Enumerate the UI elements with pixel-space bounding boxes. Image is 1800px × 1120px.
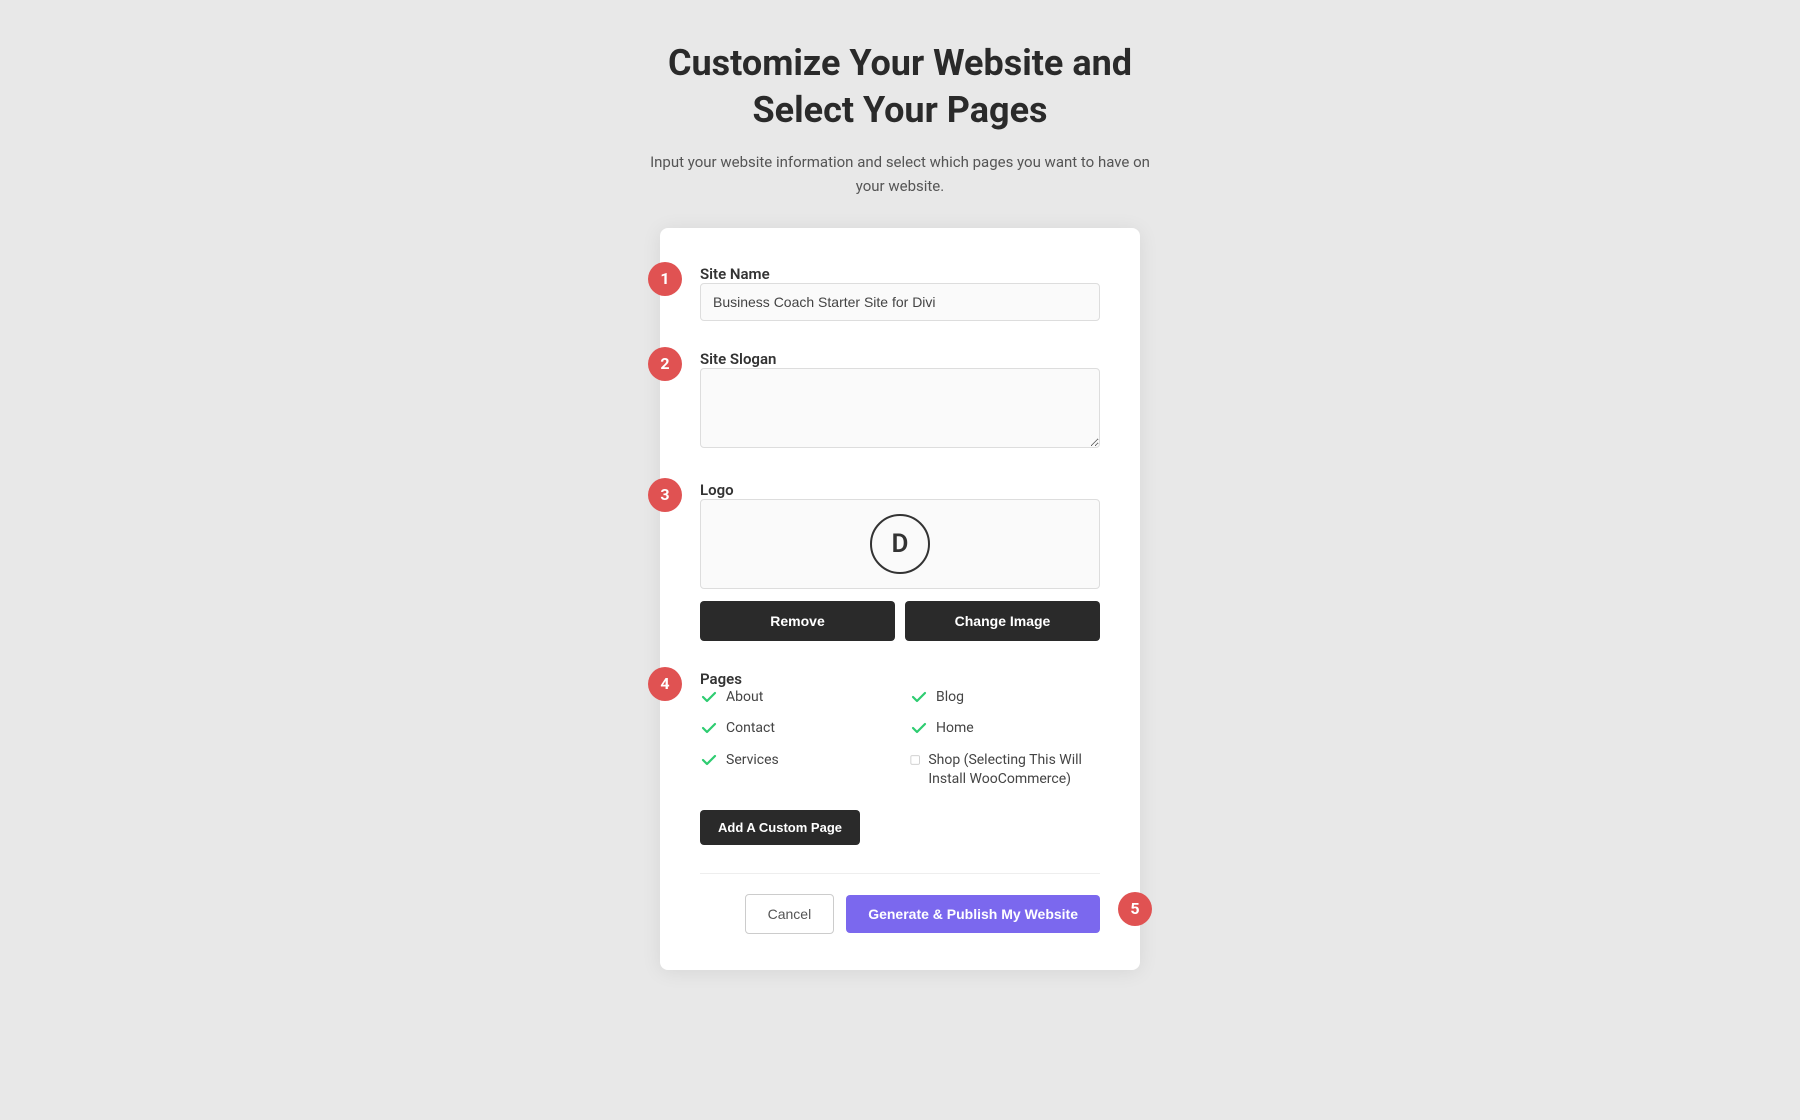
change-image-button[interactable]: Change Image — [905, 601, 1100, 641]
site-slogan-input[interactable] — [700, 368, 1100, 448]
site-slogan-section: 2 Site Slogan — [700, 349, 1100, 452]
logo-preview: D — [700, 499, 1100, 589]
page-label-blog: Blog — [936, 688, 964, 708]
pages-label: Pages — [700, 670, 742, 688]
step-badge-2: 2 — [648, 347, 682, 381]
step-badge-5: 5 — [1118, 892, 1152, 926]
cancel-button[interactable]: Cancel — [745, 894, 835, 934]
page-item-blog[interactable]: Blog — [910, 688, 1100, 708]
step-badge-3: 3 — [648, 478, 682, 512]
page-label-home: Home — [936, 719, 974, 739]
page-label-about: About — [726, 688, 763, 708]
page-item-contact[interactable]: Contact — [700, 719, 890, 739]
site-name-label: Site Name — [700, 265, 770, 283]
pages-section: 4 Pages About Blog Co — [700, 669, 1100, 845]
form-card: 1 Site Name 2 Site Slogan 3 Logo D Remov… — [660, 228, 1140, 970]
logo-letter: D — [892, 529, 909, 559]
logo-icon: D — [870, 514, 930, 574]
publish-button[interactable]: Generate & Publish My Website — [846, 895, 1100, 933]
page-subtitle: Input your website information and selec… — [650, 150, 1150, 198]
step-badge-1: 1 — [648, 262, 682, 296]
remove-logo-button[interactable]: Remove — [700, 601, 895, 641]
site-name-section: 1 Site Name — [700, 264, 1100, 321]
checkbox-about-icon — [700, 688, 718, 706]
page-label-shop: Shop (Selecting This Will Install WooCom… — [928, 751, 1100, 790]
logo-label: Logo — [700, 481, 734, 499]
form-footer: Cancel Generate & Publish My Website 5 — [700, 873, 1100, 934]
site-slogan-label: Site Slogan — [700, 350, 776, 368]
checkbox-services-icon — [700, 751, 718, 769]
page-label-contact: Contact — [726, 719, 775, 739]
page-item-about[interactable]: About — [700, 688, 890, 708]
page-item-home[interactable]: Home — [910, 719, 1100, 739]
add-custom-page-button[interactable]: Add A Custom Page — [700, 810, 860, 845]
pages-grid: About Blog Contact Home — [700, 688, 1100, 790]
page-item-services[interactable]: Services — [700, 751, 890, 790]
page-label-services: Services — [726, 751, 779, 771]
logo-section: 3 Logo D Remove Change Image — [700, 480, 1100, 641]
site-name-input[interactable] — [700, 283, 1100, 321]
checkbox-shop-icon — [910, 751, 920, 769]
checkbox-blog-icon — [910, 688, 928, 706]
step-badge-4: 4 — [648, 667, 682, 701]
checkbox-home-icon — [910, 719, 928, 737]
page-header: Customize Your Website and Select Your P… — [650, 40, 1150, 198]
checkbox-contact-icon — [700, 719, 718, 737]
page-title: Customize Your Website and Select Your P… — [650, 40, 1150, 134]
logo-buttons: Remove Change Image — [700, 601, 1100, 641]
page-item-shop[interactable]: Shop (Selecting This Will Install WooCom… — [910, 751, 1100, 790]
